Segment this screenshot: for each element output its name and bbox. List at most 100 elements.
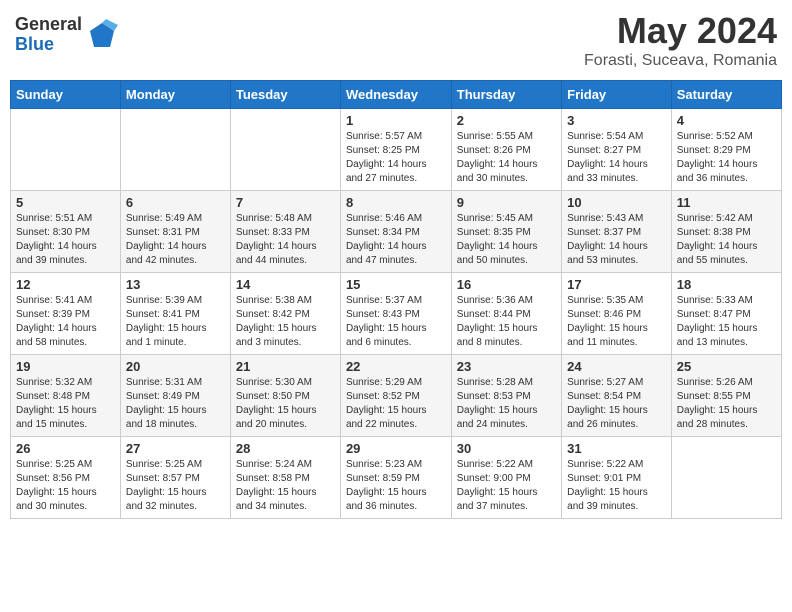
- day-number: 9: [457, 195, 556, 210]
- day-number: 25: [677, 359, 776, 374]
- calendar-cell: 25 Sunrise: 5:26 AM Sunset: 8:55 PM Dayli…: [671, 355, 781, 437]
- day-number: 31: [567, 441, 666, 456]
- calendar-cell: 20 Sunrise: 5:31 AM Sunset: 8:49 PM Dayli…: [120, 355, 230, 437]
- day-number: 3: [567, 113, 666, 128]
- day-info: Sunrise: 5:38 AM Sunset: 8:42 PM Dayligh…: [236, 294, 335, 350]
- day-info: Sunrise: 5:31 AM Sunset: 8:49 PM Dayligh…: [126, 376, 225, 432]
- day-info: Sunrise: 5:30 AM Sunset: 8:50 PM Dayligh…: [236, 376, 335, 432]
- calendar-week-row: 1 Sunrise: 5:57 AM Sunset: 8:25 PM Daylig…: [11, 109, 782, 191]
- day-info: Sunrise: 5:42 AM Sunset: 8:38 PM Dayligh…: [677, 212, 776, 268]
- calendar-cell: 2Sunrise: 5:55 AM Sunset: 8:26 PM Daylig…: [451, 109, 561, 191]
- day-number: 22: [346, 359, 446, 374]
- calendar-cell: 10 Sunrise: 5:43 AM Sunset: 8:37 PM Dayli…: [562, 191, 672, 273]
- calendar-cell: 27 Sunrise: 5:25 AM Sunset: 8:57 PM Dayli…: [120, 437, 230, 519]
- day-info: Sunrise: 5:33 AM Sunset: 8:47 PM Dayligh…: [677, 294, 776, 350]
- day-number: 4: [677, 113, 776, 128]
- day-info: Sunrise: 5:28 AM Sunset: 8:53 PM Dayligh…: [457, 376, 556, 432]
- calendar-cell: 7 Sunrise: 5:48 AM Sunset: 8:33 PM Daylig…: [230, 191, 340, 273]
- day-number: 5: [16, 195, 115, 210]
- day-number: 19: [16, 359, 115, 374]
- calendar-cell: 8 Sunrise: 5:46 AM Sunset: 8:34 PM Daylig…: [340, 191, 451, 273]
- calendar-cell: 15 Sunrise: 5:37 AM Sunset: 8:43 PM Dayli…: [340, 273, 451, 355]
- day-number: 26: [16, 441, 115, 456]
- calendar-cell: 16 Sunrise: 5:36 AM Sunset: 8:44 PM Dayli…: [451, 273, 561, 355]
- weekday-header: Wednesday: [340, 81, 451, 109]
- day-info: Sunrise: 5:39 AM Sunset: 8:41 PM Dayligh…: [126, 294, 225, 350]
- calendar-cell: [11, 109, 121, 191]
- day-number: 11: [677, 195, 776, 210]
- logo-general: General: [15, 15, 82, 35]
- calendar-cell: 18 Sunrise: 5:33 AM Sunset: 8:47 PM Dayli…: [671, 273, 781, 355]
- day-number: 13: [126, 277, 225, 292]
- day-number: 10: [567, 195, 666, 210]
- calendar-cell: 22 Sunrise: 5:29 AM Sunset: 8:52 PM Dayli…: [340, 355, 451, 437]
- day-number: 28: [236, 441, 335, 456]
- day-number: 15: [346, 277, 446, 292]
- day-number: 7: [236, 195, 335, 210]
- day-info: Sunrise: 5:22 AM Sunset: 9:01 PM Dayligh…: [567, 458, 666, 514]
- day-info: Sunrise: 5:36 AM Sunset: 8:44 PM Dayligh…: [457, 294, 556, 350]
- day-info: Sunrise: 5:37 AM Sunset: 8:43 PM Dayligh…: [346, 294, 446, 350]
- day-info: Sunrise: 5:49 AM Sunset: 8:31 PM Dayligh…: [126, 212, 225, 268]
- calendar-cell: 6Sunrise: 5:49 AM Sunset: 8:31 PM Daylig…: [120, 191, 230, 273]
- calendar-cell: 31 Sunrise: 5:22 AM Sunset: 9:01 PM Dayli…: [562, 437, 672, 519]
- day-number: 2: [457, 113, 556, 128]
- logo-icon: [86, 19, 118, 51]
- calendar-cell: [671, 437, 781, 519]
- day-info: Sunrise: 5:48 AM Sunset: 8:33 PM Dayligh…: [236, 212, 335, 268]
- logo: General Blue: [15, 15, 118, 55]
- calendar-cell: 29 Sunrise: 5:23 AM Sunset: 8:59 PM Dayli…: [340, 437, 451, 519]
- weekday-header: Monday: [120, 81, 230, 109]
- day-number: 14: [236, 277, 335, 292]
- day-number: 20: [126, 359, 225, 374]
- day-info: Sunrise: 5:23 AM Sunset: 8:59 PM Dayligh…: [346, 458, 446, 514]
- day-number: 27: [126, 441, 225, 456]
- calendar-cell: 19Sunrise: 5:32 AM Sunset: 8:48 PM Dayli…: [11, 355, 121, 437]
- day-info: Sunrise: 5:29 AM Sunset: 8:52 PM Dayligh…: [346, 376, 446, 432]
- day-number: 16: [457, 277, 556, 292]
- calendar-cell: [230, 109, 340, 191]
- day-number: 29: [346, 441, 446, 456]
- day-info: Sunrise: 5:43 AM Sunset: 8:37 PM Dayligh…: [567, 212, 666, 268]
- calendar-cell: 1 Sunrise: 5:57 AM Sunset: 8:25 PM Daylig…: [340, 109, 451, 191]
- day-info: Sunrise: 5:57 AM Sunset: 8:25 PM Dayligh…: [346, 130, 446, 186]
- day-info: Sunrise: 5:45 AM Sunset: 8:35 PM Dayligh…: [457, 212, 556, 268]
- day-info: Sunrise: 5:26 AM Sunset: 8:55 PM Dayligh…: [677, 376, 776, 432]
- day-number: 21: [236, 359, 335, 374]
- day-info: Sunrise: 5:52 AM Sunset: 8:29 PM Dayligh…: [677, 130, 776, 186]
- calendar-week-row: 12 Sunrise: 5:41 AM Sunset: 8:39 PM Dayli…: [11, 273, 782, 355]
- calendar-cell: 28Sunrise: 5:24 AM Sunset: 8:58 PM Dayli…: [230, 437, 340, 519]
- weekday-header: Saturday: [671, 81, 781, 109]
- calendar-week-row: 26 Sunrise: 5:25 AM Sunset: 8:56 PM Dayli…: [11, 437, 782, 519]
- weekday-header: Thursday: [451, 81, 561, 109]
- calendar-cell: 5 Sunrise: 5:51 AM Sunset: 8:30 PM Daylig…: [11, 191, 121, 273]
- calendar-cell: 21 Sunrise: 5:30 AM Sunset: 8:50 PM Dayli…: [230, 355, 340, 437]
- day-info: Sunrise: 5:54 AM Sunset: 8:27 PM Dayligh…: [567, 130, 666, 186]
- page-header: General Blue May 2024 Forasti, Suceava, …: [10, 10, 782, 70]
- day-info: Sunrise: 5:27 AM Sunset: 8:54 PM Dayligh…: [567, 376, 666, 432]
- logo-text: General Blue: [15, 15, 82, 55]
- calendar-header-row: SundayMondayTuesdayWednesdayThursdayFrid…: [11, 81, 782, 109]
- day-number: 18: [677, 277, 776, 292]
- logo-blue: Blue: [15, 35, 82, 55]
- day-number: 8: [346, 195, 446, 210]
- weekday-header: Sunday: [11, 81, 121, 109]
- day-info: Sunrise: 5:25 AM Sunset: 8:57 PM Dayligh…: [126, 458, 225, 514]
- day-number: 12: [16, 277, 115, 292]
- day-info: Sunrise: 5:41 AM Sunset: 8:39 PM Dayligh…: [16, 294, 115, 350]
- location-subtitle: Forasti, Suceava, Romania: [584, 52, 777, 70]
- calendar-cell: 24 Sunrise: 5:27 AM Sunset: 8:54 PM Dayli…: [562, 355, 672, 437]
- day-info: Sunrise: 5:51 AM Sunset: 8:30 PM Dayligh…: [16, 212, 115, 268]
- day-number: 1: [346, 113, 446, 128]
- month-year-title: May 2024: [584, 10, 777, 52]
- day-number: 24: [567, 359, 666, 374]
- calendar-cell: 17Sunrise: 5:35 AM Sunset: 8:46 PM Dayli…: [562, 273, 672, 355]
- calendar-week-row: 19Sunrise: 5:32 AM Sunset: 8:48 PM Dayli…: [11, 355, 782, 437]
- calendar-cell: 26 Sunrise: 5:25 AM Sunset: 8:56 PM Dayli…: [11, 437, 121, 519]
- calendar-table: SundayMondayTuesdayWednesdayThursdayFrid…: [10, 80, 782, 519]
- day-info: Sunrise: 5:25 AM Sunset: 8:56 PM Dayligh…: [16, 458, 115, 514]
- day-number: 17: [567, 277, 666, 292]
- calendar-cell: 12 Sunrise: 5:41 AM Sunset: 8:39 PM Dayli…: [11, 273, 121, 355]
- day-info: Sunrise: 5:22 AM Sunset: 9:00 PM Dayligh…: [457, 458, 556, 514]
- day-info: Sunrise: 5:46 AM Sunset: 8:34 PM Dayligh…: [346, 212, 446, 268]
